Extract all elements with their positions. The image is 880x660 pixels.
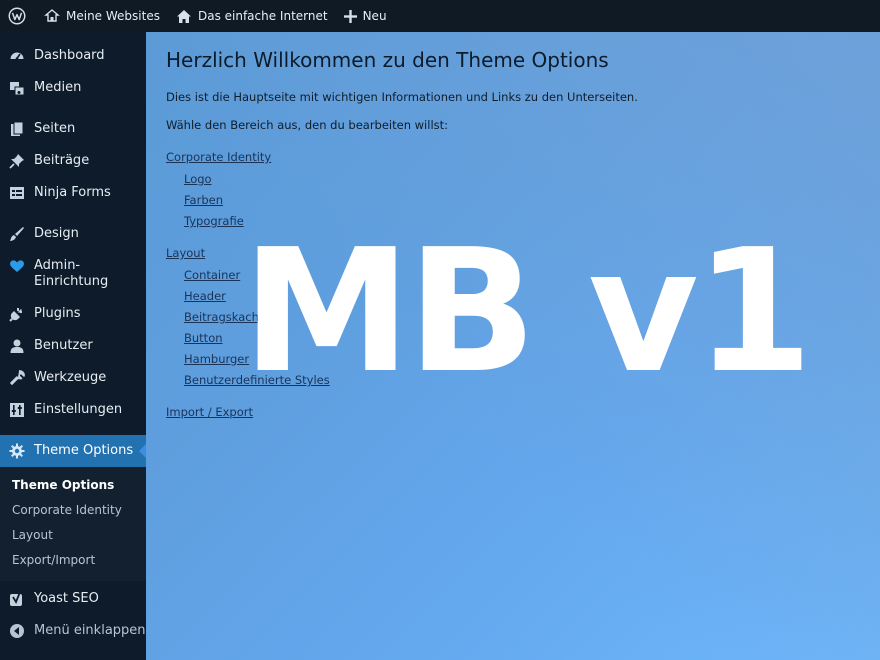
sites-icon bbox=[44, 9, 60, 22]
admin-bar: Meine Websites Das einfache Internet Neu bbox=[0, 0, 880, 32]
link-corporate-identity[interactable]: Corporate Identity bbox=[166, 150, 271, 164]
instruction-text: Wähle den Bereich aus, den du bearbeiten… bbox=[166, 118, 449, 132]
site-name-menu[interactable]: Das einfache Internet bbox=[168, 0, 336, 32]
sidebar-item-label: Benutzer bbox=[34, 338, 93, 353]
sidebar-item-media[interactable]: Medien bbox=[0, 72, 146, 104]
wordpress-logo-button[interactable] bbox=[0, 0, 36, 32]
theme-options-submenu: Theme Options Corporate Identity Layout … bbox=[0, 467, 146, 581]
sidebar-item-admin-setup[interactable]: Admin- Einrichtung bbox=[0, 250, 146, 298]
sidebar-item-pages[interactable]: Seiten bbox=[0, 113, 146, 145]
forms-icon bbox=[9, 185, 25, 201]
sidebar-item-label: Yoast SEO bbox=[34, 591, 99, 606]
admin-sidebar: Dashboard Medien Seiten Beiträge Ninja F… bbox=[0, 32, 146, 660]
sidebar-item-label: Plugins bbox=[34, 306, 81, 321]
sidebar-item-ninja-forms[interactable]: Ninja Forms bbox=[0, 177, 146, 209]
sidebar-item-design[interactable]: Design bbox=[0, 218, 146, 250]
sidebar-item-label: Dashboard bbox=[34, 48, 105, 63]
wrench-icon bbox=[9, 370, 25, 386]
yoast-icon bbox=[9, 591, 25, 607]
link-layout[interactable]: Layout bbox=[166, 246, 205, 260]
sidebar-item-yoast-seo[interactable]: Yoast SEO bbox=[0, 583, 146, 615]
sidebar-item-label: Theme Options bbox=[34, 443, 134, 458]
sidebar-item-label: Werkzeuge bbox=[34, 370, 107, 385]
pin-icon bbox=[9, 153, 25, 169]
page-title: Herzlich Willkommen zu den Theme Options bbox=[166, 48, 609, 72]
sidebar-item-settings[interactable]: Einstellungen bbox=[0, 394, 146, 426]
link-import-export[interactable]: Import / Export bbox=[166, 405, 253, 419]
submenu-item-layout[interactable]: Layout bbox=[0, 523, 146, 548]
sidebar-item-plugins[interactable]: Plugins bbox=[0, 298, 146, 330]
my-sites-label: Meine Websites bbox=[66, 9, 160, 23]
sidebar-item-dashboard[interactable]: Dashboard bbox=[0, 40, 146, 72]
sidebar-item-label: Ninja Forms bbox=[34, 185, 111, 200]
gear-icon bbox=[9, 443, 25, 459]
collapse-menu-button[interactable]: Menü einklappen bbox=[0, 615, 146, 647]
link-farben[interactable]: Farben bbox=[184, 193, 866, 207]
main-content: Herzlich Willkommen zu den Theme Options… bbox=[146, 32, 880, 660]
menu-separator bbox=[0, 209, 146, 218]
link-logo[interactable]: Logo bbox=[184, 172, 866, 186]
pages-icon bbox=[9, 121, 25, 137]
sidebar-item-users[interactable]: Benutzer bbox=[0, 330, 146, 362]
sidebar-item-label: Beiträge bbox=[34, 153, 90, 168]
settings-icon bbox=[9, 402, 25, 418]
menu-separator bbox=[0, 104, 146, 113]
sidebar-item-label: Design bbox=[34, 226, 79, 241]
heart-icon bbox=[9, 258, 25, 274]
plugin-icon bbox=[9, 306, 25, 322]
menu-separator bbox=[0, 426, 146, 435]
site-name-label: Das einfache Internet bbox=[197, 9, 328, 23]
submenu-item-theme-options[interactable]: Theme Options bbox=[0, 473, 146, 498]
sidebar-item-label: Einstellungen bbox=[34, 402, 123, 417]
new-label: Neu bbox=[362, 9, 387, 23]
sidebar-item-label: Medien bbox=[34, 80, 82, 95]
new-content-menu[interactable]: Neu bbox=[336, 0, 395, 32]
my-sites-menu[interactable]: Meine Websites bbox=[36, 0, 168, 32]
intro-text: Dies ist die Hauptseite mit wichtigen In… bbox=[166, 90, 638, 104]
sidebar-item-posts[interactable]: Beiträge bbox=[0, 145, 146, 177]
sidebar-item-theme-options[interactable]: Theme Options bbox=[0, 435, 146, 467]
media-icon bbox=[9, 80, 25, 96]
sidebar-item-label: Admin- Einrichtung bbox=[34, 258, 109, 289]
dashboard-icon bbox=[9, 48, 25, 64]
sidebar-item-label: Seiten bbox=[34, 121, 76, 136]
submenu-item-export-import[interactable]: Export/Import bbox=[0, 548, 146, 573]
user-icon bbox=[9, 338, 25, 354]
wordpress-icon bbox=[8, 7, 26, 25]
version-watermark: MB v1 bbox=[242, 213, 813, 411]
collapse-icon bbox=[9, 623, 25, 639]
plus-icon bbox=[343, 9, 357, 23]
brush-icon bbox=[9, 226, 25, 242]
sidebar-item-label: Menü einklappen bbox=[34, 623, 146, 638]
submenu-item-corporate-identity[interactable]: Corporate Identity bbox=[0, 498, 146, 523]
sidebar-item-tools[interactable]: Werkzeuge bbox=[0, 362, 146, 394]
home-icon bbox=[176, 9, 191, 23]
